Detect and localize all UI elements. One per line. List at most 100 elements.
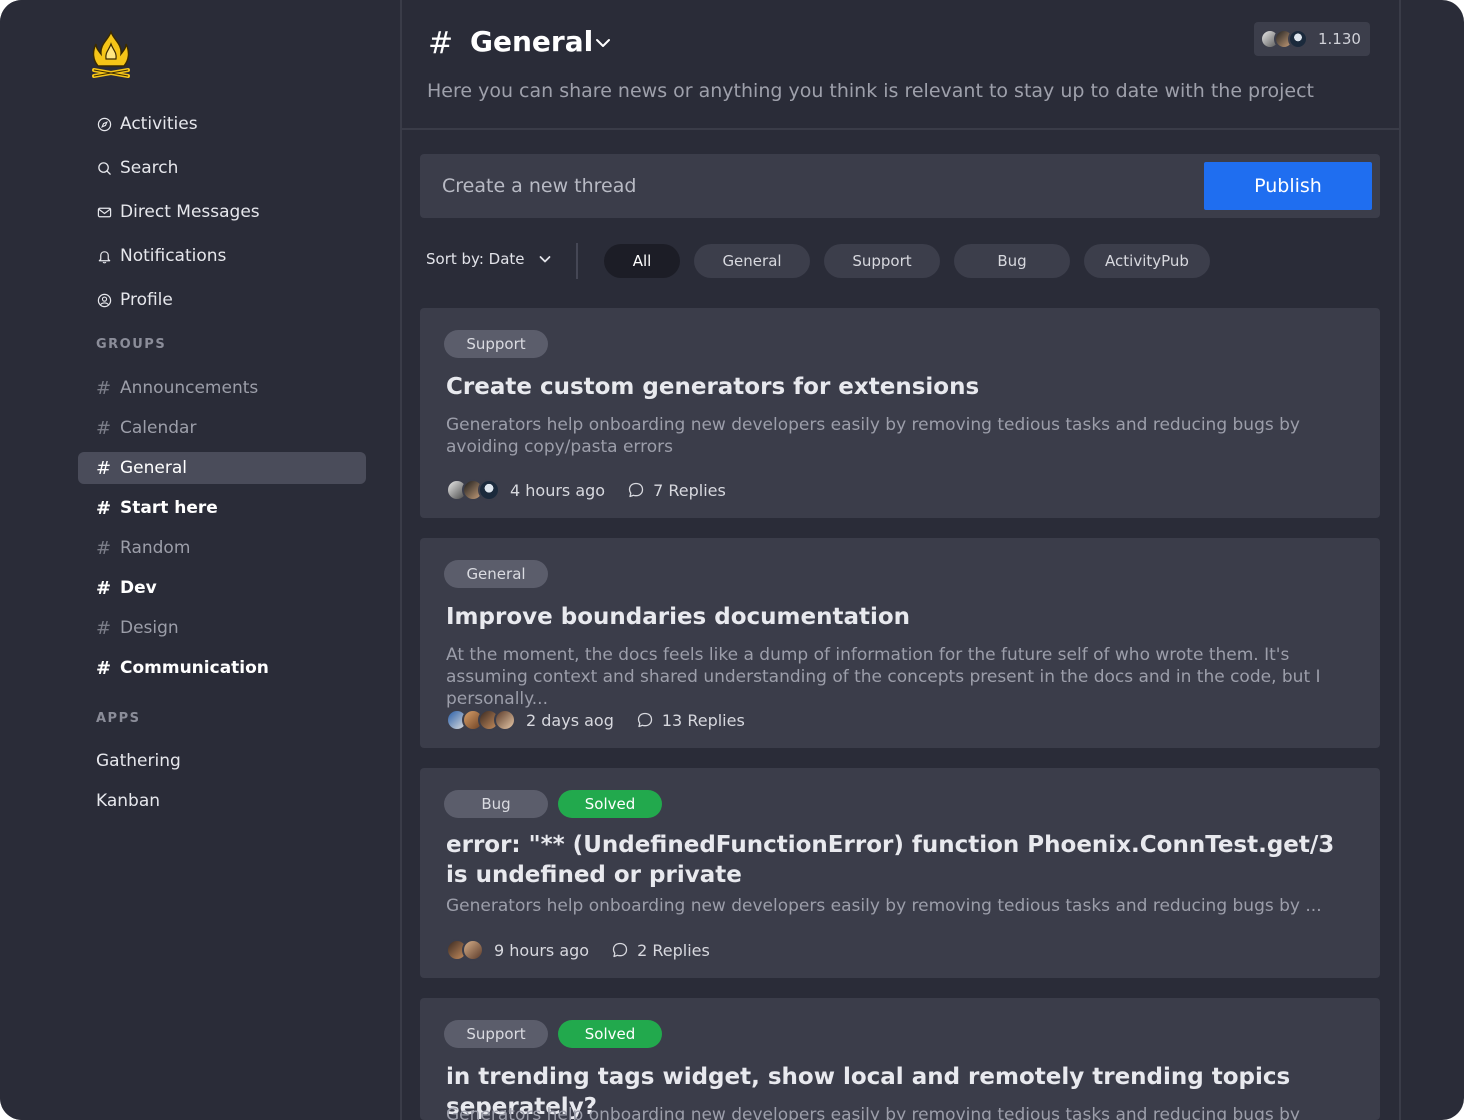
group-announcements[interactable]: # Announcements — [78, 372, 366, 404]
sort-dropdown[interactable]: Sort by: Date — [426, 250, 553, 268]
tag-support[interactable]: Support — [444, 330, 548, 358]
new-thread-input[interactable]: Create a new thread — [442, 154, 1142, 218]
thread-composer: Create a new thread Publish — [420, 154, 1380, 218]
app-kanban[interactable]: Kanban — [96, 791, 160, 811]
thread-card[interactable]: Bug Solved error: "** (UndefinedFunction… — [420, 768, 1380, 978]
hash-icon: # — [96, 457, 112, 479]
right-panel-divider — [1399, 0, 1401, 1120]
apps-section-label: APPS — [96, 711, 141, 726]
thread-time: 4 hours ago — [510, 480, 606, 500]
filter-divider — [576, 243, 578, 279]
thread-title[interactable]: Improve boundaries documentation — [446, 602, 1346, 632]
nav-activities-label: Activities — [120, 114, 198, 134]
group-label: Random — [120, 538, 191, 558]
filter-all[interactable]: All — [604, 244, 680, 278]
hash-icon: # — [96, 377, 112, 399]
group-label: Design — [120, 618, 179, 638]
reply-count[interactable]: 13 Replies — [662, 711, 745, 730]
thread-title[interactable]: error: "** (UndefinedFunctionError) func… — [446, 830, 1346, 890]
filter-general[interactable]: General — [694, 244, 810, 278]
hash-icon: # — [96, 657, 112, 679]
thread-time: 9 hours ago — [494, 940, 590, 960]
group-communication[interactable]: # Communication — [78, 652, 366, 684]
nav-profile-label: Profile — [120, 290, 173, 310]
reply-count[interactable]: 7 Replies — [653, 481, 726, 500]
publish-button[interactable]: Publish — [1204, 162, 1372, 210]
nav-notifications[interactable]: Notifications — [78, 240, 366, 272]
thread-excerpt: Generators help onboarding new developer… — [446, 896, 1322, 916]
group-label: Communication — [120, 658, 269, 678]
groups-section-label: GROUPS — [96, 337, 167, 352]
thread-meta: 9 hours ago 2 Replies — [446, 939, 710, 961]
nav-notifications-label: Notifications — [120, 246, 227, 266]
header-divider — [402, 128, 1399, 130]
group-random[interactable]: # Random — [78, 532, 366, 564]
compass-icon — [96, 116, 112, 132]
participant-avatars — [446, 479, 500, 501]
thread-excerpt: At the moment, the docs feels like a dum… — [446, 645, 1321, 709]
channel-title[interactable]: General — [470, 25, 593, 58]
avatar — [1288, 29, 1308, 49]
filter-bug[interactable]: Bug — [954, 244, 1070, 278]
filter-support[interactable]: Support — [824, 244, 940, 278]
app-gathering[interactable]: Gathering — [96, 751, 181, 771]
group-label: Dev — [120, 578, 157, 598]
chevron-down-icon[interactable] — [592, 32, 614, 54]
tag-general[interactable]: General — [444, 560, 548, 588]
group-calendar[interactable]: # Calendar — [78, 412, 366, 444]
participant-avatars — [446, 709, 516, 731]
thread-card[interactable]: General Improve boundaries documentation… — [420, 538, 1380, 748]
nav-activities[interactable]: Activities — [78, 108, 366, 140]
hash-icon: # — [96, 617, 112, 639]
nav-search[interactable]: Search — [78, 152, 366, 184]
avatar — [462, 939, 484, 961]
group-start-here[interactable]: # Start here — [78, 492, 366, 524]
group-label: Calendar — [120, 418, 197, 438]
thread-time: 2 days aog — [526, 710, 614, 730]
participant-avatars — [446, 939, 484, 961]
member-count: 1.130 — [1318, 30, 1361, 48]
group-label: Announcements — [120, 378, 259, 398]
mail-icon — [96, 204, 112, 220]
group-label: Start here — [120, 498, 218, 518]
thread-card[interactable]: Support Solved in trending tags widget, … — [420, 998, 1380, 1120]
avatar — [494, 709, 516, 731]
sort-label: Sort by: Date — [426, 250, 525, 268]
thread-excerpt: Generators help onboarding new developer… — [446, 415, 1300, 457]
bell-icon — [96, 248, 112, 264]
thread-meta: 2 days aog 13 Replies — [446, 709, 745, 731]
tag-solved[interactable]: Solved — [558, 790, 662, 818]
member-avatars — [1260, 29, 1308, 49]
nav-profile[interactable]: Profile — [78, 284, 366, 316]
tag-support[interactable]: Support — [444, 1020, 548, 1048]
tag-solved[interactable]: Solved — [558, 1020, 662, 1048]
nav-direct-messages-label: Direct Messages — [120, 202, 260, 222]
hash-icon: # — [96, 497, 112, 519]
thread-meta: 4 hours ago 7 Replies — [446, 479, 726, 501]
thread-excerpt: Generators help onboarding new developer… — [446, 1105, 1300, 1120]
hash-icon: # — [96, 577, 112, 599]
nav-search-label: Search — [120, 158, 179, 178]
group-design[interactable]: # Design — [78, 612, 366, 644]
thread-title[interactable]: Create custom generators for extensions — [446, 372, 1346, 402]
campfire-logo[interactable] — [90, 30, 132, 80]
avatar — [478, 479, 500, 501]
tag-bug[interactable]: Bug — [444, 790, 548, 818]
user-circle-icon — [96, 292, 112, 308]
comment-icon — [612, 942, 628, 958]
group-general[interactable]: # General — [78, 452, 366, 484]
comment-icon — [637, 712, 653, 728]
reply-count[interactable]: 2 Replies — [637, 941, 710, 960]
thread-card[interactable]: Support Create custom generators for ext… — [420, 308, 1380, 518]
filter-activitypub[interactable]: ActivityPub — [1084, 244, 1210, 278]
members-button[interactable]: 1.130 — [1254, 22, 1370, 56]
sidebar: Activities Search Direct Messages Notifi… — [0, 0, 400, 1120]
group-dev[interactable]: # Dev — [78, 572, 366, 604]
channel-hash-icon: # — [428, 26, 454, 61]
search-icon — [96, 160, 112, 176]
sidebar-divider — [400, 0, 402, 1120]
hash-icon: # — [96, 537, 112, 559]
channel-description: Here you can share news or anything you … — [427, 80, 1314, 102]
nav-direct-messages[interactable]: Direct Messages — [78, 196, 366, 228]
group-label: General — [120, 458, 187, 478]
